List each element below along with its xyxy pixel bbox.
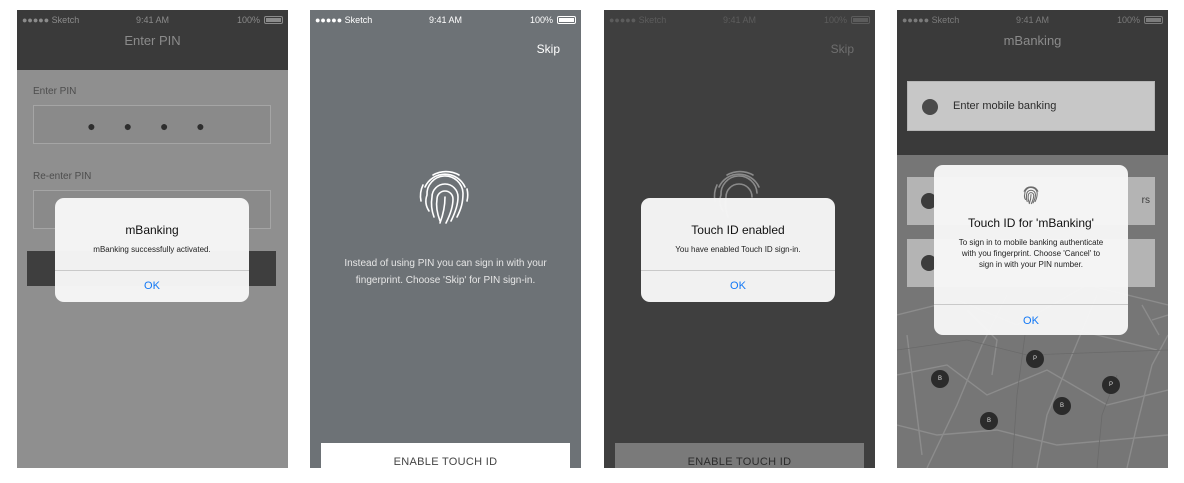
alert-ok-button[interactable]: OK <box>55 280 249 292</box>
pin-input[interactable]: ● ● ● ● <box>33 105 271 144</box>
page-title: mBanking <box>1003 33 1062 48</box>
map-marker[interactable]: P <box>1102 376 1120 394</box>
status-bar: ●●●●● Sketch 9:41 AM 100% <box>897 10 1168 30</box>
status-bar: ●●●●● Sketch 9:41 AM 100% <box>310 10 581 30</box>
map-marker[interactable]: B <box>931 370 949 388</box>
enter-pin-label: Enter PIN <box>33 86 77 97</box>
screen-touch-id-intro: ●●●●● Sketch 9:41 AM 100% Skip Instead o… <box>310 10 581 468</box>
screen-touch-id-enabled: ●●●●● Sketch 9:41 AM 100% Skip Touch ID … <box>604 10 875 468</box>
list-item-tail: rs <box>1141 195 1150 206</box>
alert-title: Touch ID for 'mBanking' <box>968 216 1094 230</box>
status-bar: ●●●●● Sketch 9:41 AM 100% <box>604 10 875 30</box>
enable-touch-id-button[interactable]: ENABLE TOUCH ID <box>615 443 864 468</box>
battery-icon <box>851 16 870 24</box>
screen-mbanking-touch-id: ●●●●● Sketch 9:41 AM 100% mBanking Enter… <box>897 10 1168 468</box>
map-marker[interactable]: B <box>1053 397 1071 415</box>
alert-title: mBanking <box>125 223 179 237</box>
page-title: Enter PIN <box>124 33 181 48</box>
battery-label: 100% <box>1116 15 1140 25</box>
skip-button[interactable]: Skip <box>831 42 854 56</box>
battery-icon <box>1144 16 1163 24</box>
touch-id-explanation: Instead of using PIN you can sign in wit… <box>344 258 547 286</box>
alert-ok-button[interactable]: OK <box>934 315 1128 327</box>
battery-icon <box>557 16 576 24</box>
fingerprint-icon <box>419 170 469 224</box>
reenter-pin-label: Re-enter PIN <box>33 171 92 182</box>
battery-label: 100% <box>236 15 260 25</box>
nav-bar: Enter PIN <box>17 30 288 70</box>
battery-label: 100% <box>823 15 847 25</box>
alert-divider <box>641 270 835 271</box>
alert-ok-button[interactable]: OK <box>641 280 835 292</box>
pin-masked-value: ● ● ● ● <box>87 118 217 134</box>
map-marker[interactable]: P <box>1026 350 1044 368</box>
fingerprint-icon <box>1023 186 1039 205</box>
alert-divider <box>934 304 1128 305</box>
alert-message: mBanking successfully activated. <box>93 245 211 254</box>
entry-icon <box>922 99 938 115</box>
alert-divider <box>55 270 249 271</box>
battery-icon <box>264 16 283 24</box>
success-alert: mBanking mBanking successfully activated… <box>55 198 249 302</box>
skip-button[interactable]: Skip <box>537 42 560 56</box>
map-marker[interactable]: B <box>980 412 998 430</box>
touch-id-prompt-alert: Touch ID for 'mBanking' To sign in to mo… <box>934 165 1128 335</box>
status-bar: ●●●●● Sketch 9:41 AM 100% <box>17 10 288 30</box>
alert-message: To sign in to mobile banking authenticat… <box>958 238 1104 269</box>
mobile-banking-entry[interactable]: Enter mobile banking <box>907 81 1155 131</box>
screen-enter-pin: ●●●●● Sketch 9:41 AM 100% Enter PIN Ente… <box>17 10 288 468</box>
alert-title: Touch ID enabled <box>691 223 785 237</box>
battery-label: 100% <box>529 15 553 25</box>
enable-touch-id-button[interactable]: ENABLE TOUCH ID <box>321 443 570 468</box>
alert-message: You have enabled Touch ID sign-in. <box>675 245 801 254</box>
entry-label: Enter mobile banking <box>953 100 1057 112</box>
touch-id-enabled-alert: Touch ID enabled You have enabled Touch … <box>641 198 835 302</box>
